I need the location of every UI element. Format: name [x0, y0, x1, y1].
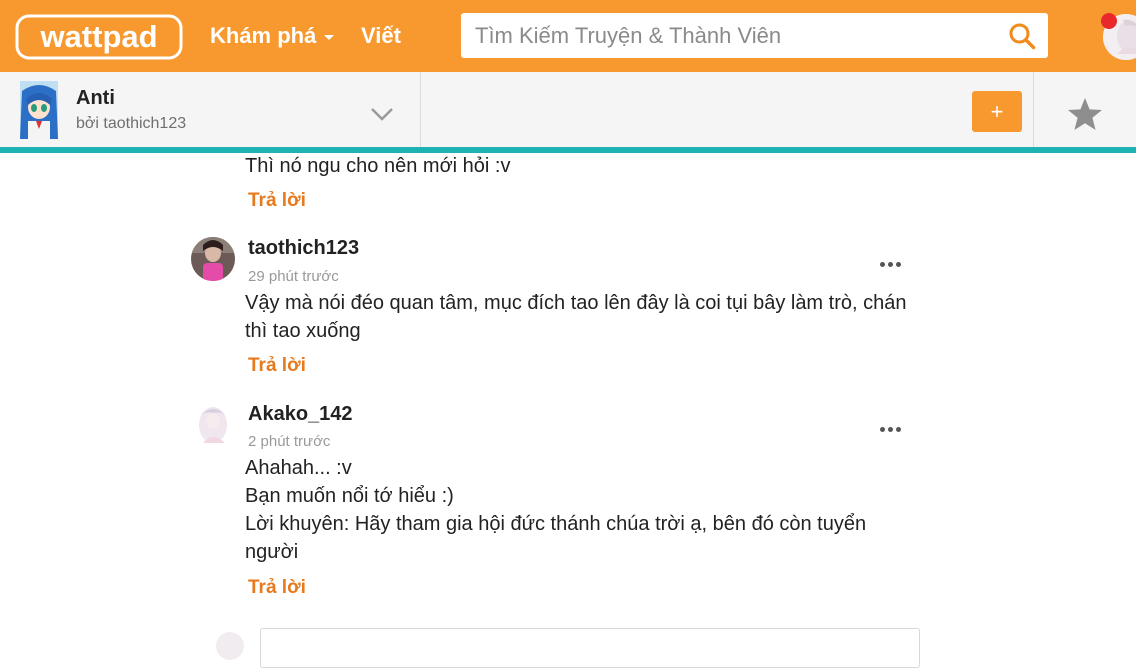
more-options-icon[interactable] — [880, 254, 904, 267]
commenter-avatar[interactable] — [191, 237, 235, 281]
comment-text-line: thì tao xuống — [245, 320, 361, 342]
comment-text-line: Vậy mà nói đéo quan tâm, mục đích tao lê… — [245, 292, 907, 314]
reply-link[interactable]: Trả lời — [248, 577, 306, 599]
notification-badge — [1101, 13, 1117, 29]
comment-text-line: Lời khuyên: Hãy tham gia hội đức thánh c… — [245, 513, 867, 535]
search-icon[interactable] — [1008, 22, 1036, 50]
reply-link[interactable]: Trả lời — [248, 190, 306, 212]
comment-text-line: Ahahah... :v — [245, 457, 352, 479]
reading-progress-line — [0, 147, 1136, 153]
commenter-avatar[interactable] — [191, 403, 235, 447]
comment-timestamp: 2 phút trước — [248, 433, 331, 450]
top-navigation-bar: wattpad Khám phá Viết — [0, 0, 1136, 72]
chevron-down-icon — [324, 35, 335, 40]
comment-text-line: người — [245, 541, 299, 563]
story-title[interactable]: Anti — [76, 87, 115, 110]
reply-link[interactable]: Trả lời — [248, 355, 306, 377]
current-user-avatar — [216, 632, 244, 660]
story-header: Anti bởi taothich123 + — [0, 72, 1136, 148]
comment-timestamp: 29 phút trước — [248, 268, 339, 285]
divider — [420, 72, 421, 148]
more-options-icon[interactable] — [880, 419, 904, 432]
search-input[interactable] — [461, 13, 991, 58]
star-icon[interactable] — [1067, 97, 1103, 131]
search-box — [461, 13, 1048, 58]
commenter-username[interactable]: Akako_142 — [248, 403, 353, 426]
write-link[interactable]: Viết — [361, 22, 401, 50]
logo-wordmark: wattpad — [39, 19, 157, 54]
wattpad-logo[interactable]: wattpad — [15, 14, 183, 60]
chevron-down-icon[interactable] — [370, 106, 394, 122]
commenter-username[interactable]: taothich123 — [248, 237, 359, 260]
comment-text-line: Thì nó ngu cho nên mới hỏi :v — [245, 155, 511, 177]
discover-menu[interactable]: Khám phá — [210, 22, 335, 50]
story-cover-image[interactable] — [20, 81, 58, 139]
add-to-library-button[interactable]: + — [972, 91, 1022, 132]
divider — [1033, 72, 1034, 148]
discover-label: Khám phá — [210, 23, 317, 48]
story-author[interactable]: bởi taothich123 — [76, 115, 186, 133]
comment-input[interactable] — [260, 628, 920, 668]
comment-text-line: Bạn muốn nổi tớ hiểu :) — [245, 485, 454, 507]
